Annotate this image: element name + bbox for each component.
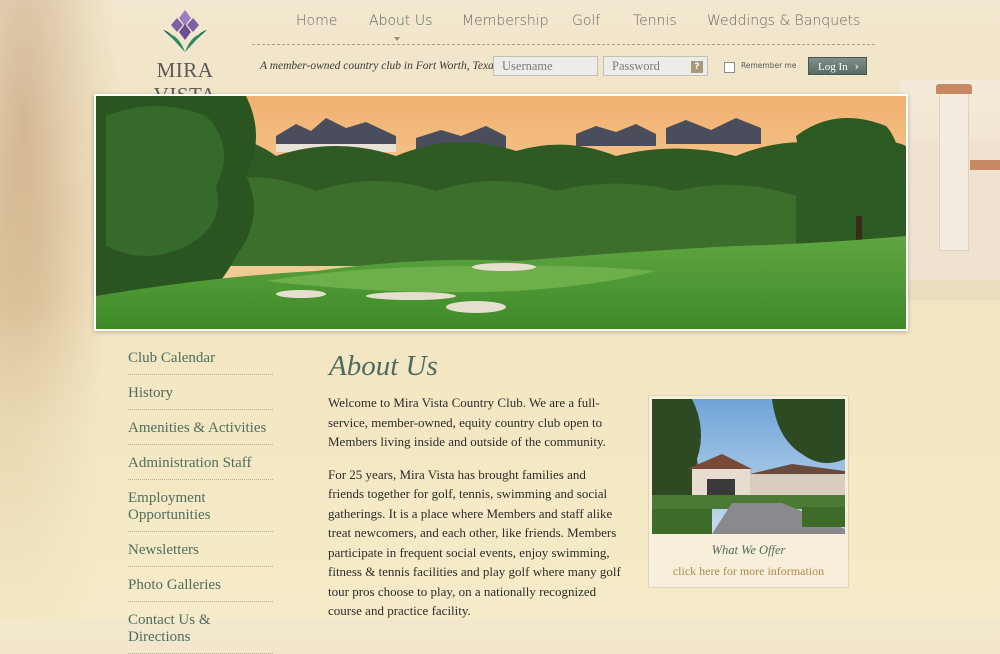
building-roof-lower	[970, 160, 1000, 170]
site-logo[interactable]: MIRA VISTA	[126, 8, 244, 107]
logo-leaf-icon	[163, 10, 207, 52]
what-we-offer-card[interactable]: What We Offer click here for more inform…	[648, 395, 849, 588]
remember-me-checkbox[interactable]	[724, 62, 735, 73]
chevron-right-icon: ›	[854, 60, 859, 73]
nav-golf[interactable]: Golf	[572, 13, 600, 29]
nav-home[interactable]: Home	[296, 13, 337, 29]
password-help-icon[interactable]: ?	[691, 61, 703, 73]
sidebar-item-administration-staff[interactable]: Administration Staff	[128, 445, 273, 480]
nav-tennis[interactable]: Tennis	[633, 13, 677, 29]
nav-membership[interactable]: Membership	[462, 13, 549, 29]
nav-active-indicator	[394, 37, 400, 41]
page-title: About Us	[329, 350, 438, 382]
tagline: A member-owned country club in Fort Wort…	[260, 60, 499, 72]
golf-course-illustration	[96, 96, 906, 329]
sidebar-item-contact-directions[interactable]: Contact Us & Directions	[128, 602, 273, 654]
card-more-info-link[interactable]: click here for more information	[649, 564, 848, 579]
sidebar-item-employment[interactable]: Employment Opportunities	[128, 480, 273, 532]
about-paragraph: For 25 years, Mira Vista has brought fam…	[328, 466, 621, 619]
about-body: Welcome to Mira Vista Country Club. We a…	[328, 393, 621, 634]
hero-image	[94, 94, 908, 331]
username-input[interactable]: Username	[493, 56, 598, 76]
login-button-label: Log In	[818, 61, 848, 73]
clubhouse-illustration	[652, 399, 845, 534]
sidebar-item-history[interactable]: History	[128, 375, 273, 410]
sidebar-item-photo-galleries[interactable]: Photo Galleries	[128, 567, 273, 602]
sidebar: Club Calendar History Amenities & Activi…	[128, 340, 273, 654]
building-roof	[936, 84, 972, 94]
nav-about-us[interactable]: About Us	[369, 13, 432, 29]
sidebar-item-club-calendar[interactable]: Club Calendar	[128, 340, 273, 375]
about-paragraph: Welcome to Mira Vista Country Club. We a…	[328, 395, 606, 449]
login-button[interactable]: Log In ›	[808, 57, 867, 75]
background-building	[900, 80, 1000, 300]
card-title: What We Offer	[711, 543, 786, 557]
sidebar-item-newsletters[interactable]: Newsletters	[128, 532, 273, 567]
nav-weddings-banquets[interactable]: Weddings & Banquets	[707, 13, 860, 29]
main-nav: Home About Us Membership Golf Tennis Wed…	[252, 8, 875, 45]
sidebar-item-amenities[interactable]: Amenities & Activities	[128, 410, 273, 445]
building-tower	[940, 90, 968, 250]
clubhouse-photo	[652, 399, 845, 534]
remember-me-label[interactable]: Remember me	[741, 61, 796, 70]
